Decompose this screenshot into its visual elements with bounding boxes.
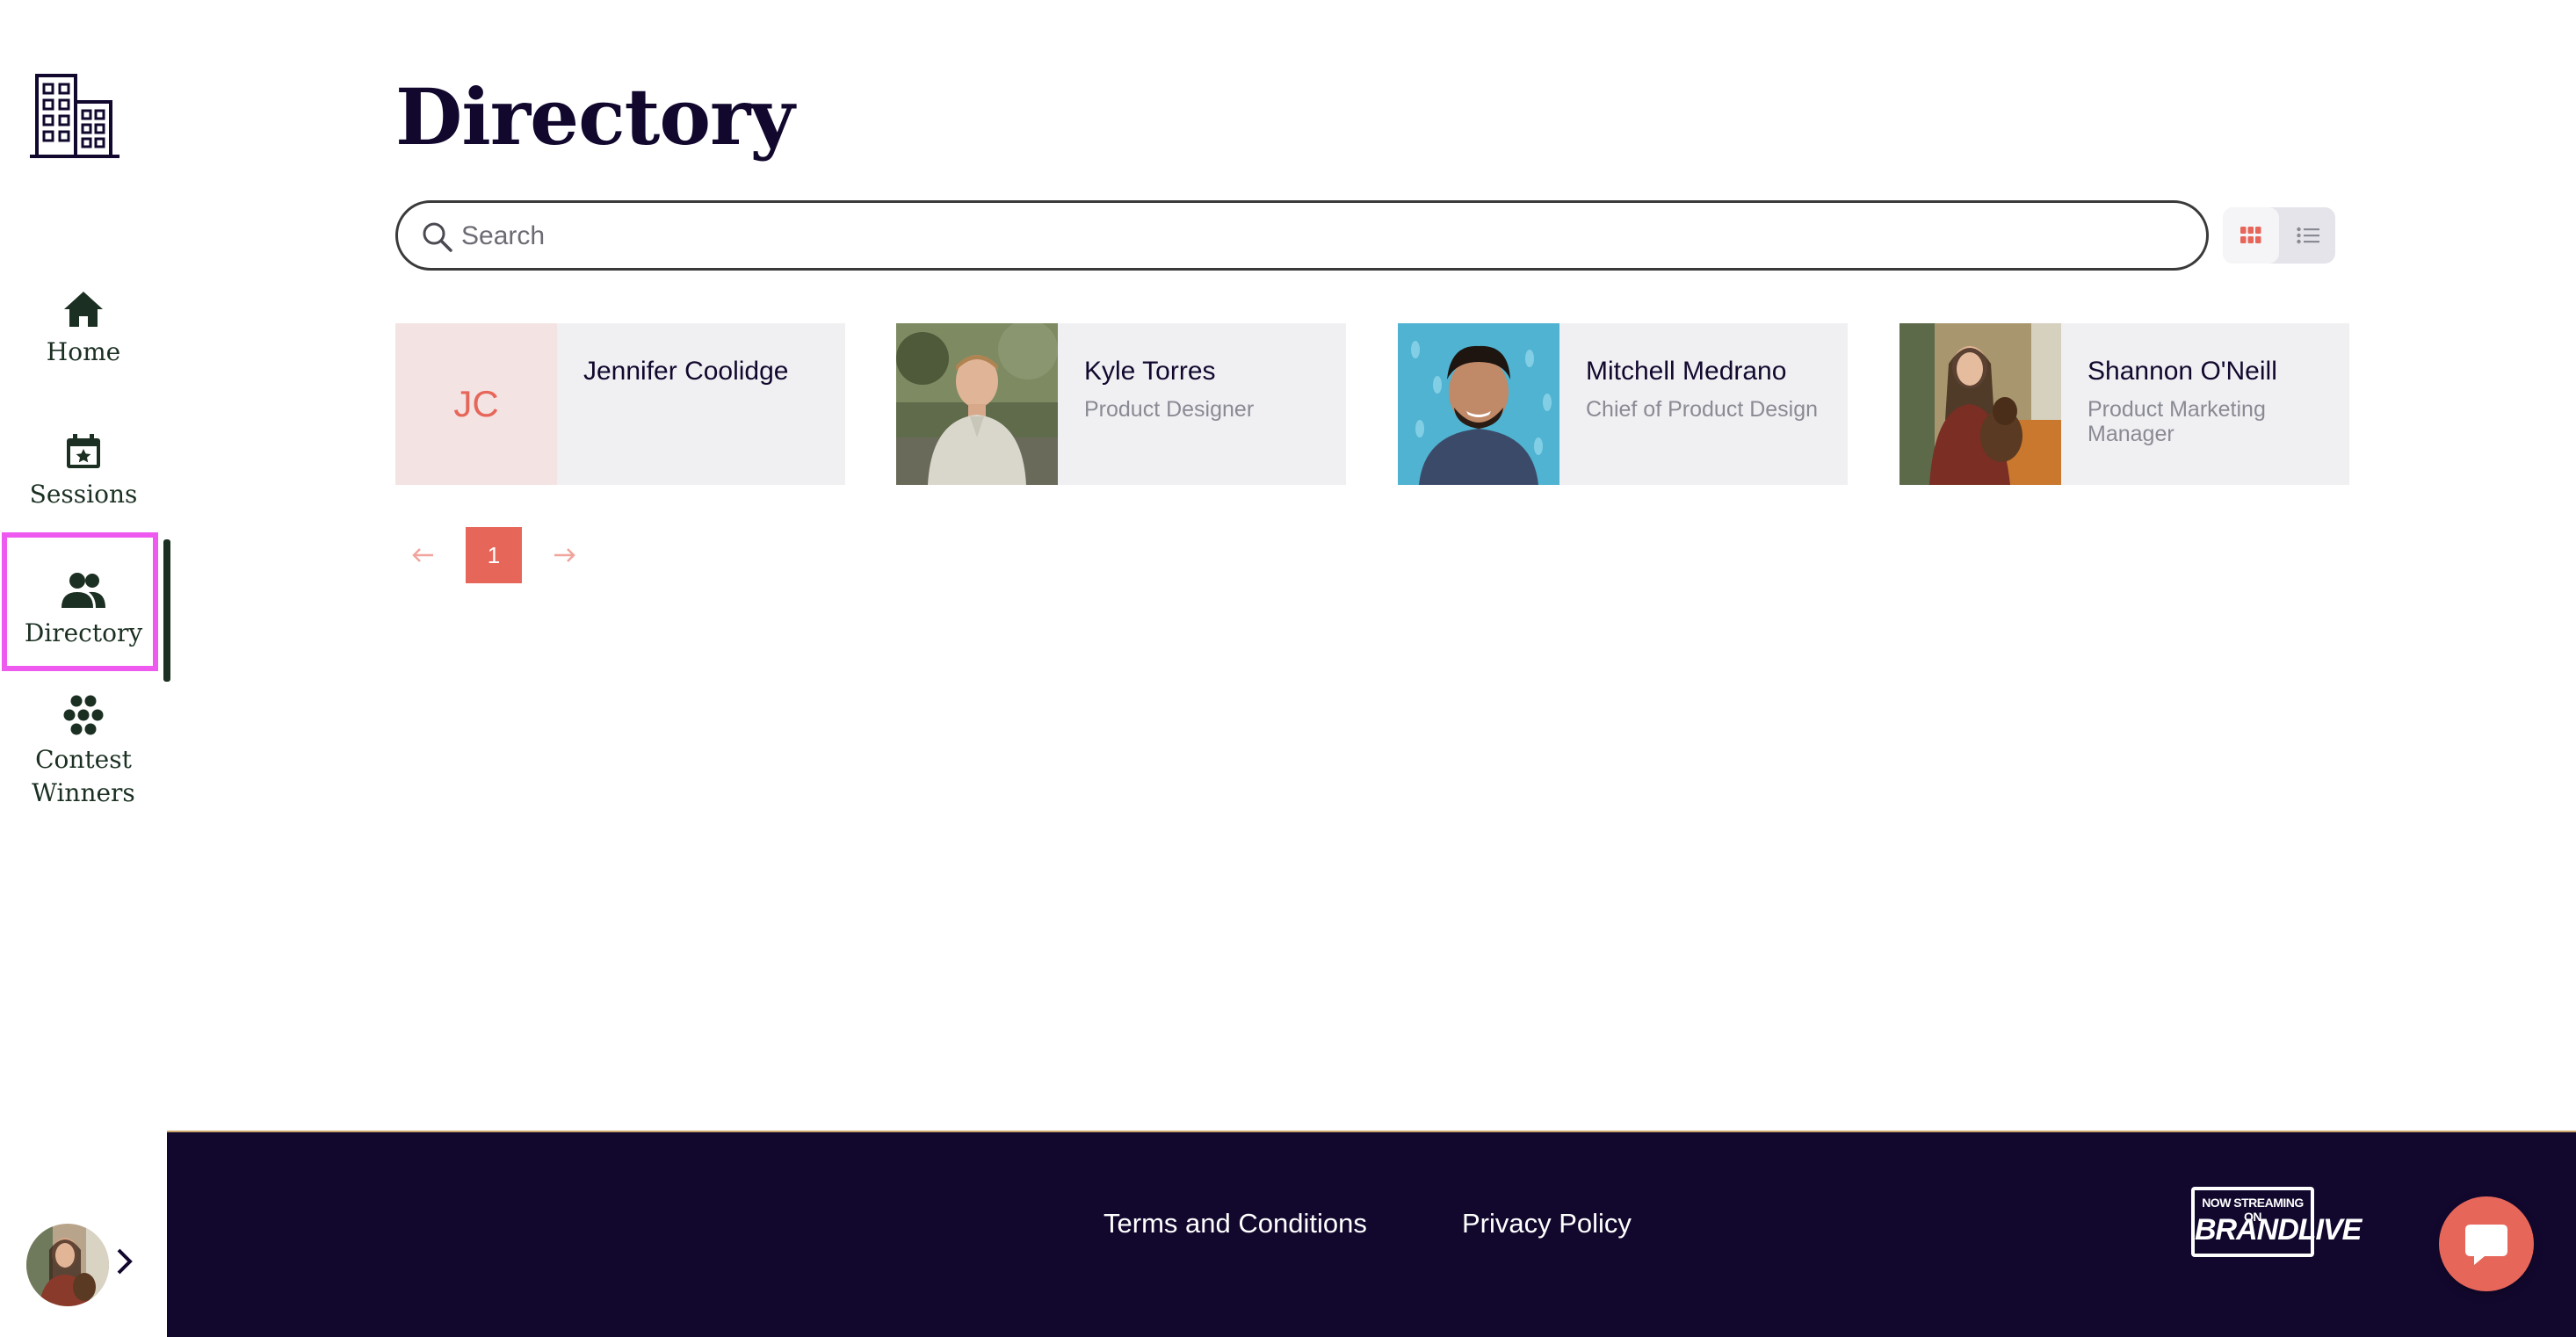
profile-menu[interactable] bbox=[26, 1221, 141, 1309]
page-number-button[interactable]: 1 bbox=[466, 527, 522, 583]
sidebar-item-home[interactable]: Home bbox=[0, 290, 167, 369]
privacy-link[interactable]: Privacy Policy bbox=[1462, 1208, 1632, 1239]
footer: Terms and Conditions Privacy Policy NOW … bbox=[167, 1131, 2576, 1337]
view-toggle bbox=[2223, 207, 2335, 264]
chevron-right-icon bbox=[117, 1248, 133, 1275]
person-name: Shannon O'Neill bbox=[2088, 357, 2277, 386]
dots-cluster-icon bbox=[63, 695, 104, 735]
active-indicator bbox=[163, 539, 170, 682]
home-icon bbox=[64, 292, 103, 327]
chat-bubble-icon bbox=[2465, 1225, 2507, 1265]
avatar bbox=[26, 1224, 109, 1306]
person-card[interactable]: Kyle Torres Product Designer bbox=[896, 323, 1346, 485]
grid-view-button[interactable] bbox=[2223, 207, 2279, 264]
terms-link[interactable]: Terms and Conditions bbox=[1103, 1208, 1367, 1239]
sidebar-item-label: Contest Winners bbox=[32, 745, 135, 807]
badge-brand: BRANDLIVE bbox=[2195, 1213, 2362, 1247]
person-name: Mitchell Medrano bbox=[1586, 357, 1787, 386]
list-view-button[interactable] bbox=[2279, 207, 2335, 264]
arrow-right-icon bbox=[554, 548, 575, 562]
arrow-left-icon bbox=[412, 548, 433, 562]
person-card[interactable]: Mitchell Medrano Chief of Product Design bbox=[1398, 323, 1848, 485]
previous-page-button[interactable] bbox=[409, 543, 438, 567]
person-photo bbox=[1899, 323, 2061, 485]
person-card[interactable]: Shannon O'Neill Product Marketing Manage… bbox=[1899, 323, 2349, 485]
sidebar-item-label: Sessions bbox=[29, 480, 138, 509]
highlight-box bbox=[2, 532, 158, 671]
person-card[interactable]: JC Jennifer Coolidge bbox=[395, 323, 845, 485]
next-page-button[interactable] bbox=[549, 543, 579, 567]
search-input[interactable] bbox=[461, 213, 2183, 259]
person-title: Chief of Product Design bbox=[1586, 397, 1819, 422]
brandlive-badge[interactable]: NOW STREAMING ON BRANDLIVE bbox=[2191, 1187, 2362, 1257]
avatar-initials: JC bbox=[395, 323, 557, 485]
initials-text: JC bbox=[453, 383, 499, 424]
sidebar-item-label: Home bbox=[46, 337, 121, 366]
person-photo bbox=[896, 323, 1058, 485]
calendar-star-icon bbox=[67, 434, 100, 468]
sidebar-item-sessions[interactable]: Sessions bbox=[0, 432, 167, 511]
search-icon bbox=[423, 222, 452, 252]
person-name: Kyle Torres bbox=[1084, 357, 1216, 386]
page-title: Directory bbox=[395, 71, 795, 163]
person-title: Product Designer bbox=[1084, 397, 1255, 422]
search-bar[interactable] bbox=[395, 200, 2209, 271]
chat-button[interactable] bbox=[2439, 1196, 2534, 1291]
buildings-icon[interactable] bbox=[26, 70, 123, 167]
list-icon bbox=[2297, 227, 2319, 244]
grid-icon bbox=[2240, 227, 2261, 243]
sidebar-item-contest-winners[interactable]: Contest Winners bbox=[0, 694, 167, 810]
person-name: Jennifer Coolidge bbox=[583, 357, 789, 386]
sidebar: Home Sessions Directory Contest Winners bbox=[0, 0, 170, 1337]
person-photo bbox=[1398, 323, 1559, 485]
person-title: Product Marketing Manager bbox=[2088, 397, 2266, 446]
